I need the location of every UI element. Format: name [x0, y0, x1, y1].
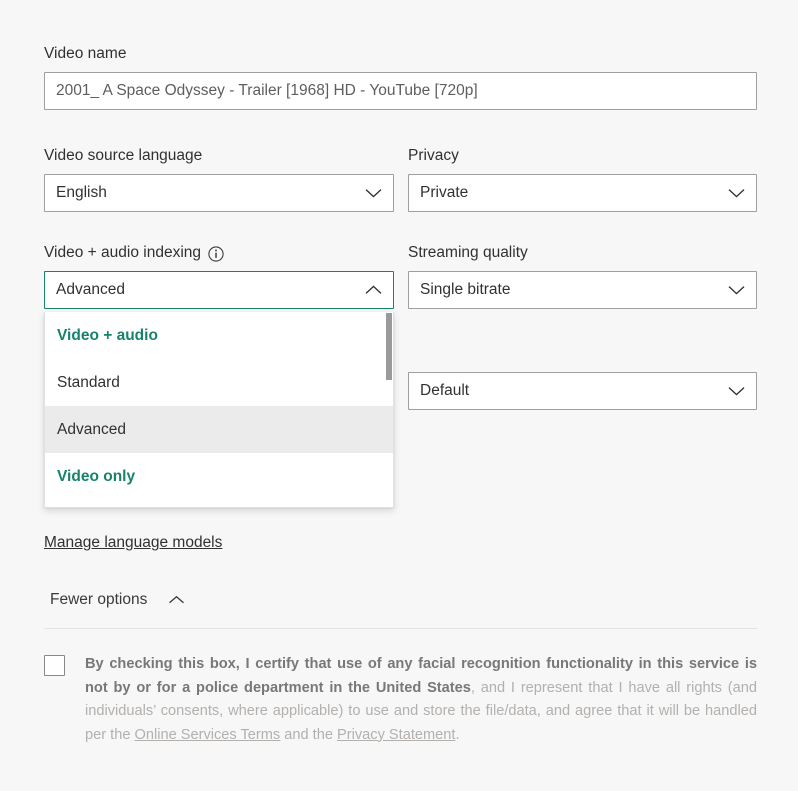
- streaming-quality-label-text: Streaming quality: [408, 244, 528, 261]
- facial-recognition-consent-checkbox[interactable]: [44, 655, 65, 676]
- video-name-value: 2001_ A Space Odyssey - Trailer [1968] H…: [56, 82, 478, 99]
- video-audio-indexing-select[interactable]: Advanced: [44, 271, 394, 309]
- dropdown-scrollbar-thumb[interactable]: [386, 313, 392, 380]
- section-divider: [44, 628, 757, 629]
- dropdown-option-video-audio[interactable]: Video + audio: [45, 312, 393, 359]
- manage-language-models-link[interactable]: Manage language models: [44, 534, 222, 552]
- streaming-quality-value: Single bitrate: [420, 281, 511, 298]
- video-source-language-label-text: Video source language: [44, 147, 203, 164]
- chevron-up-icon: [365, 285, 382, 295]
- video-audio-indexing-label: Video + audio indexing: [44, 243, 394, 263]
- privacy-statement-link[interactable]: Privacy Statement: [337, 727, 455, 743]
- video-audio-indexing-value: Advanced: [56, 281, 125, 298]
- privacy-select[interactable]: Private: [408, 174, 757, 212]
- chevron-down-icon: [728, 188, 745, 198]
- video-name-group: Video name 2001_ A Space Odyssey - Trail…: [44, 44, 757, 110]
- fewer-options-toggle[interactable]: Fewer options: [50, 591, 185, 609]
- video-source-language-value: English: [56, 184, 107, 201]
- consent-rest-3: .: [455, 726, 460, 743]
- dropdown-option-advanced[interactable]: Advanced: [45, 406, 393, 453]
- dropdown-option-standard[interactable]: Standard: [45, 359, 393, 406]
- fewer-options-label: Fewer options: [50, 591, 148, 608]
- privacy-value: Private: [420, 184, 469, 201]
- chevron-down-icon: [728, 386, 745, 396]
- video-source-language-group: Video source language English: [44, 146, 394, 212]
- chevron-down-icon: [728, 285, 745, 295]
- default-select[interactable]: Default: [408, 372, 757, 410]
- video-name-input[interactable]: 2001_ A Space Odyssey - Trailer [1968] H…: [44, 72, 757, 110]
- facial-recognition-consent-row: By checking this box, I certify that use…: [44, 653, 758, 747]
- default-select-group: Default: [408, 372, 757, 410]
- video-source-language-select[interactable]: English: [44, 174, 394, 212]
- info-icon[interactable]: [208, 246, 224, 262]
- video-audio-indexing-group: Video + audio indexing Advanced: [44, 243, 394, 309]
- privacy-label-text: Privacy: [408, 147, 459, 164]
- streaming-quality-label: Streaming quality: [408, 243, 757, 263]
- video-source-language-label: Video source language: [44, 146, 394, 166]
- video-audio-indexing-label-text: Video + audio indexing: [44, 244, 201, 261]
- chevron-down-icon: [365, 188, 382, 198]
- default-select-value: Default: [420, 382, 470, 399]
- privacy-label: Privacy: [408, 146, 757, 166]
- video-name-label: Video name: [44, 44, 757, 64]
- facial-recognition-consent-text: By checking this box, I certify that use…: [85, 653, 757, 747]
- streaming-quality-group: Streaming quality Single bitrate: [408, 243, 757, 309]
- privacy-group: Privacy Private: [408, 146, 757, 212]
- online-services-terms-link[interactable]: Online Services Terms: [135, 727, 281, 743]
- dropdown-scrollbar[interactable]: [386, 312, 393, 507]
- consent-rest-2: and the: [280, 726, 338, 743]
- upload-settings-panel: Video name 2001_ A Space Odyssey - Trail…: [0, 0, 798, 791]
- streaming-quality-select[interactable]: Single bitrate: [408, 271, 757, 309]
- chevron-up-icon: [168, 595, 185, 605]
- dropdown-option-video-only[interactable]: Video only: [45, 453, 393, 500]
- video-name-label-text: Video name: [44, 45, 127, 62]
- video-audio-indexing-dropdown-list[interactable]: Video + audio Standard Advanced Video on…: [44, 312, 394, 508]
